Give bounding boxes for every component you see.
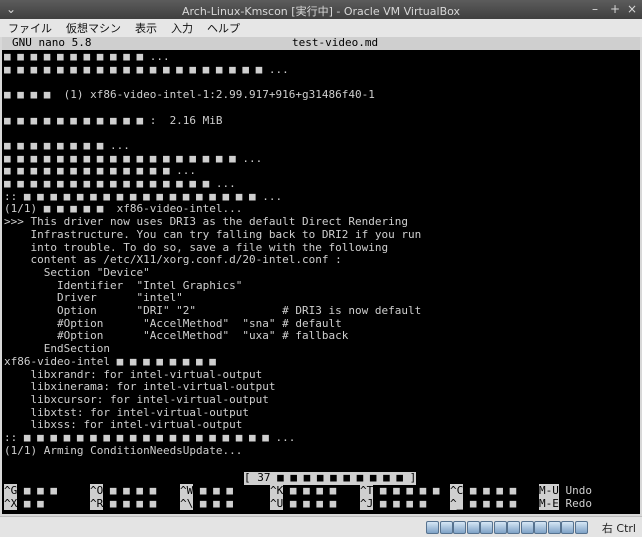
nano-version: GNU nano 5.8 [12,37,92,49]
terminal-line: ■ ■ ■ ■ ■ ■ ■ ■ ■ ■ ■ ■ ■ ■ ■ ■ ■ ■ ■ ■ … [4,62,289,76]
nano-shortcut[interactable]: ^C ■ ■ ■ ■ [450,484,517,498]
cpu-icon[interactable] [547,521,561,534]
nano-shortcut[interactable]: ^U ■ ■ ■ ■ [270,497,337,511]
nano-shortcut[interactable]: ^T ■ ■ ■ ■ ■ [360,484,440,498]
shortcut-key: M-U [539,484,559,497]
shortcut-key: ^T [360,484,374,497]
nano-shortcut[interactable]: ^O ■ ■ ■ ■ [90,484,157,498]
shortcut-key: ^C [450,484,464,497]
shortcut-label: ■ ■ ■ ■ [289,497,337,510]
shortcut-key: ^W [180,484,194,497]
shortcut-label: ■ ■ ■ [23,484,57,497]
menu-bar: ファイル 仮想マシン 表示 入力 ヘルプ [0,19,642,37]
menu-file[interactable]: ファイル [8,20,52,36]
keyboard-icon[interactable] [574,521,588,534]
shortcut-label: ■ ■ ■ ■ [109,497,157,510]
shortcut-key: ^R [90,497,104,510]
hard-disk-icon[interactable] [426,521,439,534]
nano-shortcut[interactable]: ^K ■ ■ ■ ■ [270,484,337,498]
menu-help[interactable]: ヘルプ [207,20,240,36]
nano-status-message: [ 37 ■ ■ ■ ■ ■ ■ ■ ■ ■ ■ ] [244,471,417,485]
menu-machine[interactable]: 仮想マシン [66,20,121,36]
network-icon[interactable] [466,521,480,534]
shortcut-label: Undo [565,484,593,497]
close-button[interactable]: × [627,2,637,16]
terminal-line: Section "Device" [4,265,150,279]
shortcut-label: Redo [565,497,593,510]
window-titlebar: ⌄ Arch-Linux-Kmscon [実行中] - Oracle VM Vi… [0,0,642,19]
shortcut-label: ■ ■ ■ ■ ■ [379,484,440,497]
nano-shortcut[interactable]: M-E Redo [539,497,593,511]
recording-icon[interactable] [534,521,547,534]
nano-title-bar: GNU nano 5.8 test-video.md [2,37,640,50]
shortcut-label: ■ ■ ■ ■ [379,497,427,510]
terminal-line: ■ ■ ■ ■ ■ ■ ■ ■ ■ ■ ■ ■ ■ ■ ■ ■ ... [4,177,236,190]
vm-terminal-screen[interactable]: GNU nano 5.8 test-video.md ■ ■ ■ ■ ■ ■ ■… [2,37,640,514]
nano-shortcut[interactable]: ^_ ■ ■ ■ ■ [450,497,517,511]
shortcut-label: ■ ■ ■ ■ [469,484,517,497]
shared-folder-icon[interactable] [493,521,507,534]
terminal-line: content as /etc/X11/xorg.conf.d/20-intel… [4,253,342,267]
shortcut-label: ■ ■ [23,497,44,510]
terminal-line: ■ ■ ■ ■ ■ ■ ■ ■ ■ ■ ■ ... [4,50,170,63]
shortcut-label: ■ ■ ■ ■ [289,484,337,497]
nano-shortcut[interactable]: ^R ■ ■ ■ ■ [90,497,157,511]
terminal-line: Option "DRI" "2" # DRI3 is now default [4,304,422,317]
shortcut-key: M-E [539,497,559,510]
nano-shortcut[interactable]: ^G ■ ■ ■ [4,484,57,498]
host-key-label: 右 Ctrl [601,522,636,535]
shortcut-label: ■ ■ ■ ■ [469,497,517,510]
vm-status-bar: 右 Ctrl [0,516,642,537]
shortcut-key: ^G [4,484,18,497]
shortcut-key: ^\ [180,497,194,510]
nano-shortcut[interactable]: ^J ■ ■ ■ ■ [360,497,427,511]
menu-input[interactable]: 入力 [171,20,193,36]
shortcut-key: ^_ [450,497,464,510]
shortcut-label: ■ ■ ■ ■ [109,484,157,497]
terminal-line: ■ ■ ■ ■ ■ ■ ■ ■ ... [4,138,130,152]
mouse-integration-icon[interactable] [561,521,574,534]
shortcut-key: ^U [270,497,284,510]
shortcut-label: ■ ■ ■ [199,497,233,510]
shortcut-key: ^K [270,484,284,497]
terminal-line: :: ■ ■ ■ ■ ■ ■ ■ ■ ■ ■ ■ ■ ■ ■ ■ ■ ■ ■ ■… [4,431,296,444]
terminal-line: EndSection [4,342,110,356]
optical-drive-icon[interactable] [439,521,453,534]
terminal-line: Infrastructure. You can try falling back… [4,227,422,241]
nano-filename: test-video.md [292,37,379,49]
usb-icon[interactable] [480,521,493,534]
shortcut-label: ■ ■ ■ [199,484,233,497]
terminal-line: xf86-video-intel ■ ■ ■ ■ ■ ■ ■ ■ [4,354,216,368]
terminal-line: ■ ■ ■ ■ ■ ■ ■ ■ ■ ■ ■ : 2.16 MiB [4,113,223,127]
terminal-line: libxinerama: for intel-virtual-output [4,380,276,394]
terminal-line: libxcursor: for intel-virtual-output [4,392,269,406]
video-capture-icon[interactable] [520,521,534,534]
shortcut-key: ^J [360,497,374,510]
nano-shortcut[interactable]: M-U Undo [539,484,593,498]
terminal-line: (1/1) Arming ConditionNeedsUpdate... [4,443,243,457]
terminal-line: >>> This driver now uses DRI3 as the def… [4,215,408,229]
shortcut-key: ^O [90,484,104,497]
minimize-button[interactable]: – [592,2,598,16]
window-title: Arch-Linux-Kmscon [実行中] - Oracle VM Virt… [181,5,461,18]
terminal-line: ■ ■ ■ ■ (1) xf86-video-intel-1:2.99.917+… [4,88,375,102]
display-icon[interactable] [507,521,520,534]
maximize-button[interactable]: + [610,2,620,16]
menu-view[interactable]: 表示 [135,20,157,36]
nano-shortcut[interactable]: ^X ■ ■ [4,497,44,511]
audio-icon[interactable] [453,521,466,534]
nano-shortcut[interactable]: ^W ■ ■ ■ [180,484,233,498]
nano-shortcut[interactable]: ^\ ■ ■ ■ [180,497,233,511]
shortcut-key: ^X [4,497,18,510]
